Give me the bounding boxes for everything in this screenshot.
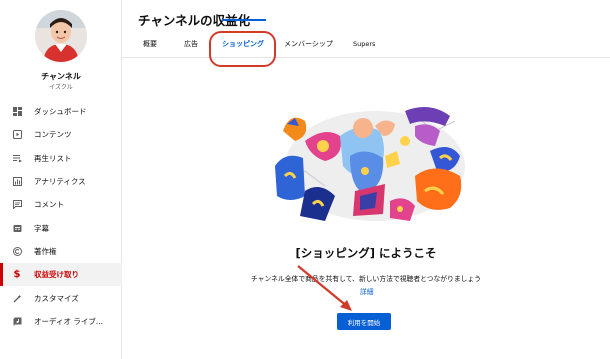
sidebar-item-dashboard[interactable]: ダッシュボード — [0, 100, 122, 123]
playlist-icon — [12, 153, 22, 163]
sidebar-item-analytics[interactable]: アナリティクス — [0, 170, 122, 193]
tab-ads[interactable]: 広告 — [184, 39, 198, 49]
sidebar-nav: ダッシュボード コンテンツ 再生リスト アナリティクス コメント 字幕 著作権 … — [0, 100, 122, 333]
channel-name: チャンネル — [41, 72, 81, 81]
tab-highlight-annotation — [209, 31, 276, 67]
copyright-icon — [12, 246, 22, 256]
dollar-icon: $ — [13, 269, 21, 281]
audio-library-icon — [12, 316, 22, 326]
sidebar-item-copyright[interactable]: 著作権 — [0, 240, 122, 263]
sidebar-item-earn[interactable]: $ 収益受け取り — [0, 263, 122, 287]
avatar[interactable] — [35, 10, 87, 62]
dashboard-icon — [12, 107, 22, 117]
magic-wand-icon — [12, 293, 22, 303]
sidebar-item-label: 再生リスト — [34, 153, 72, 163]
sidebar-item-label: アナリティクス — [34, 177, 86, 187]
tab-active-indicator — [222, 19, 266, 21]
sidebar-item-label: ダッシュボード — [34, 107, 87, 117]
tab-overview[interactable]: 概要 — [143, 39, 157, 49]
tab-memberships[interactable]: メンバーシップ — [284, 39, 333, 49]
analytics-icon — [12, 177, 22, 187]
sidebar-item-label: 字幕 — [34, 223, 49, 233]
sidebar-item-playlists[interactable]: 再生リスト — [0, 147, 122, 170]
sidebar-item-label: 著作権 — [34, 246, 57, 256]
channel-handle: イズクル — [49, 84, 73, 91]
sidebar-item-label: コンテンツ — [34, 130, 72, 140]
get-started-button[interactable]: 利用を開始 — [337, 313, 391, 330]
sidebar-item-subtitles[interactable]: 字幕 — [0, 216, 122, 239]
sidebar-item-label: カスタマイズ — [34, 293, 79, 303]
shopping-illustration — [265, 96, 475, 231]
details-link[interactable]: 詳細 — [360, 286, 374, 296]
sidebar-item-label: オーディオ ライブ... — [34, 316, 104, 326]
sidebar: チャンネル イズクル ダッシュボード コンテンツ 再生リスト アナリティクス コ… — [0, 0, 122, 359]
sidebar-item-label: コメント — [34, 200, 64, 210]
sidebar-item-label: 収益受け取り — [34, 270, 79, 280]
tab-supers[interactable]: Supers — [353, 40, 375, 48]
sidebar-item-customize[interactable]: カスタマイズ — [0, 286, 122, 309]
subtitles-icon — [12, 223, 22, 233]
content-icon — [12, 130, 22, 140]
tab-bar: 概要 広告 ショッピング メンバーシップ Supers — [122, 36, 610, 58]
sidebar-item-audio-library[interactable]: オーディオ ライブ... — [0, 310, 122, 333]
sidebar-item-content[interactable]: コンテンツ — [0, 123, 122, 146]
comment-icon — [12, 200, 22, 210]
welcome-description: チャンネル全体で商品を共有して、新しい方法で視聴者とつながりましょう — [250, 275, 482, 283]
welcome-title: [ショッピング] にようこそ — [295, 246, 437, 260]
sidebar-item-comments[interactable]: コメント — [0, 193, 122, 216]
